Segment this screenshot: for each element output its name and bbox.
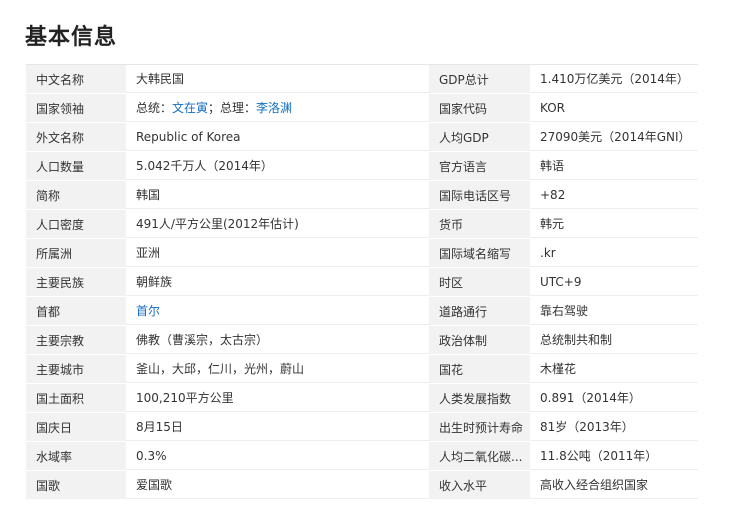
table-row: 主要民族 朝鲜族 时区 UTC+9 (26, 267, 698, 296)
value-income-level: 高收入经合组织国家 (530, 471, 698, 499)
value-short-name: 韩国 (126, 181, 429, 209)
value-area: 100,210平方公里 (126, 384, 429, 412)
info-table: 中文名称 大韩民国 GDP总计 1.410万亿美元（2014年） 国家领袖 总统… (26, 64, 698, 499)
value-driving-side: 靠右驾驶 (530, 297, 698, 325)
label-income-level: 收入水平 (429, 471, 530, 499)
label-currency: 货币 (429, 210, 530, 238)
label-political-system: 政治体制 (429, 326, 530, 354)
president-prefix: 总统： (136, 101, 173, 115)
label-continent: 所属洲 (26, 239, 126, 267)
label-religion: 主要宗教 (26, 326, 126, 354)
value-co2-per-capita: 11.8公吨（2011年） (530, 442, 698, 470)
premier-prefix: ；总理： (208, 101, 257, 115)
value-population-density: 491人/平方公里(2012年估计) (126, 210, 429, 238)
table-row: 外文名称 Republic of Korea 人均GDP 27090美元（201… (26, 122, 698, 151)
table-row: 国土面积 100,210平方公里 人类发展指数 0.891（2014年） (26, 383, 698, 412)
label-area: 国土面积 (26, 384, 126, 412)
table-row: 主要宗教 佛教（曹溪宗，太古宗） 政治体制 总统制共和制 (26, 325, 698, 354)
table-row: 国歌 爱国歌 收入水平 高收入经合组织国家 (26, 470, 698, 499)
table-row: 人口数量 5.042千万人（2014年） 官方语言 韩语 (26, 151, 698, 180)
label-water-percentage: 水域率 (26, 442, 126, 470)
label-national-day: 国庆日 (26, 413, 126, 441)
table-row: 简称 韩国 国际电话区号 +82 (26, 180, 698, 209)
table-row: 中文名称 大韩民国 GDP总计 1.410万亿美元（2014年） (26, 64, 698, 93)
value-national-day: 8月15日 (126, 413, 429, 441)
label-foreign-name: 外文名称 (26, 123, 126, 151)
value-gdp-per-capita: 27090美元（2014年GNI） (530, 123, 698, 151)
value-chinese-name: 大韩民国 (126, 65, 429, 93)
label-timezone: 时区 (429, 268, 530, 296)
value-national-flower: 木槿花 (530, 355, 698, 383)
label-country-code: 国家代码 (429, 94, 530, 122)
table-row: 首都 首尔 道路通行 靠右驾驶 (26, 296, 698, 325)
label-short-name: 简称 (26, 181, 126, 209)
value-country-code: KOR (530, 94, 698, 122)
label-gdp-per-capita: 人均GDP (429, 123, 530, 151)
label-gdp-total: GDP总计 (429, 65, 530, 93)
value-calling-code: +82 (530, 181, 698, 209)
value-continent: 亚洲 (126, 239, 429, 267)
page-title: 基本信息 (25, 25, 118, 50)
value-anthem: 爱国歌 (126, 471, 429, 499)
president-link[interactable]: 文在寅 (172, 99, 208, 116)
label-life-expectancy: 出生时预计寿命 (429, 413, 530, 441)
table-row: 水域率 0.3% 人均二氧化碳... 11.8公吨（2011年） (26, 441, 698, 470)
table-row: 所属洲 亚洲 国际域名缩写 .kr (26, 238, 698, 267)
premier-link[interactable]: 李洛渊 (256, 99, 292, 116)
table-row: 主要城市 釜山，大邱，仁川，光州，蔚山 国花 木槿花 (26, 354, 698, 383)
value-major-cities: 釜山，大邱，仁川，光州，蔚山 (126, 355, 429, 383)
value-political-system: 总统制共和制 (530, 326, 698, 354)
label-calling-code: 国际电话区号 (429, 181, 530, 209)
label-ethnic-group: 主要民族 (26, 268, 126, 296)
value-timezone: UTC+9 (530, 268, 698, 296)
label-official-language: 官方语言 (429, 152, 530, 180)
table-row: 国庆日 8月15日 出生时预计寿命 81岁（2013年） (26, 412, 698, 441)
value-ethnic-group: 朝鲜族 (126, 268, 429, 296)
value-hdi: 0.891（2014年） (530, 384, 698, 412)
label-co2-per-capita: 人均二氧化碳... (429, 442, 530, 470)
label-chinese-name: 中文名称 (26, 65, 126, 93)
value-population: 5.042千万人（2014年） (126, 152, 429, 180)
label-anthem: 国歌 (26, 471, 126, 499)
label-population-density: 人口密度 (26, 210, 126, 238)
value-official-language: 韩语 (530, 152, 698, 180)
label-population: 人口数量 (26, 152, 126, 180)
label-leaders: 国家领袖 (26, 94, 126, 122)
label-hdi: 人类发展指数 (429, 384, 530, 412)
value-capital: 首尔 (126, 297, 429, 325)
table-row: 人口密度 491人/平方公里(2012年估计) 货币 韩元 (26, 209, 698, 238)
value-domain: .kr (530, 239, 698, 267)
value-life-expectancy: 81岁（2013年） (530, 413, 698, 441)
value-gdp-total: 1.410万亿美元（2014年） (530, 65, 698, 93)
label-national-flower: 国花 (429, 355, 530, 383)
value-religion: 佛教（曹溪宗，太古宗） (126, 326, 429, 354)
value-water-percentage: 0.3% (126, 442, 429, 470)
value-currency: 韩元 (530, 210, 698, 238)
value-foreign-name: Republic of Korea (126, 123, 429, 151)
value-leaders: 总统： 文在寅 ；总理： 李洛渊 (126, 94, 429, 122)
label-domain: 国际域名缩写 (429, 239, 530, 267)
table-row: 国家领袖 总统： 文在寅 ；总理： 李洛渊 国家代码 KOR (26, 93, 698, 122)
label-major-cities: 主要城市 (26, 355, 126, 383)
label-driving-side: 道路通行 (429, 297, 530, 325)
capital-link[interactable]: 首尔 (136, 302, 160, 319)
label-capital: 首都 (26, 297, 126, 325)
